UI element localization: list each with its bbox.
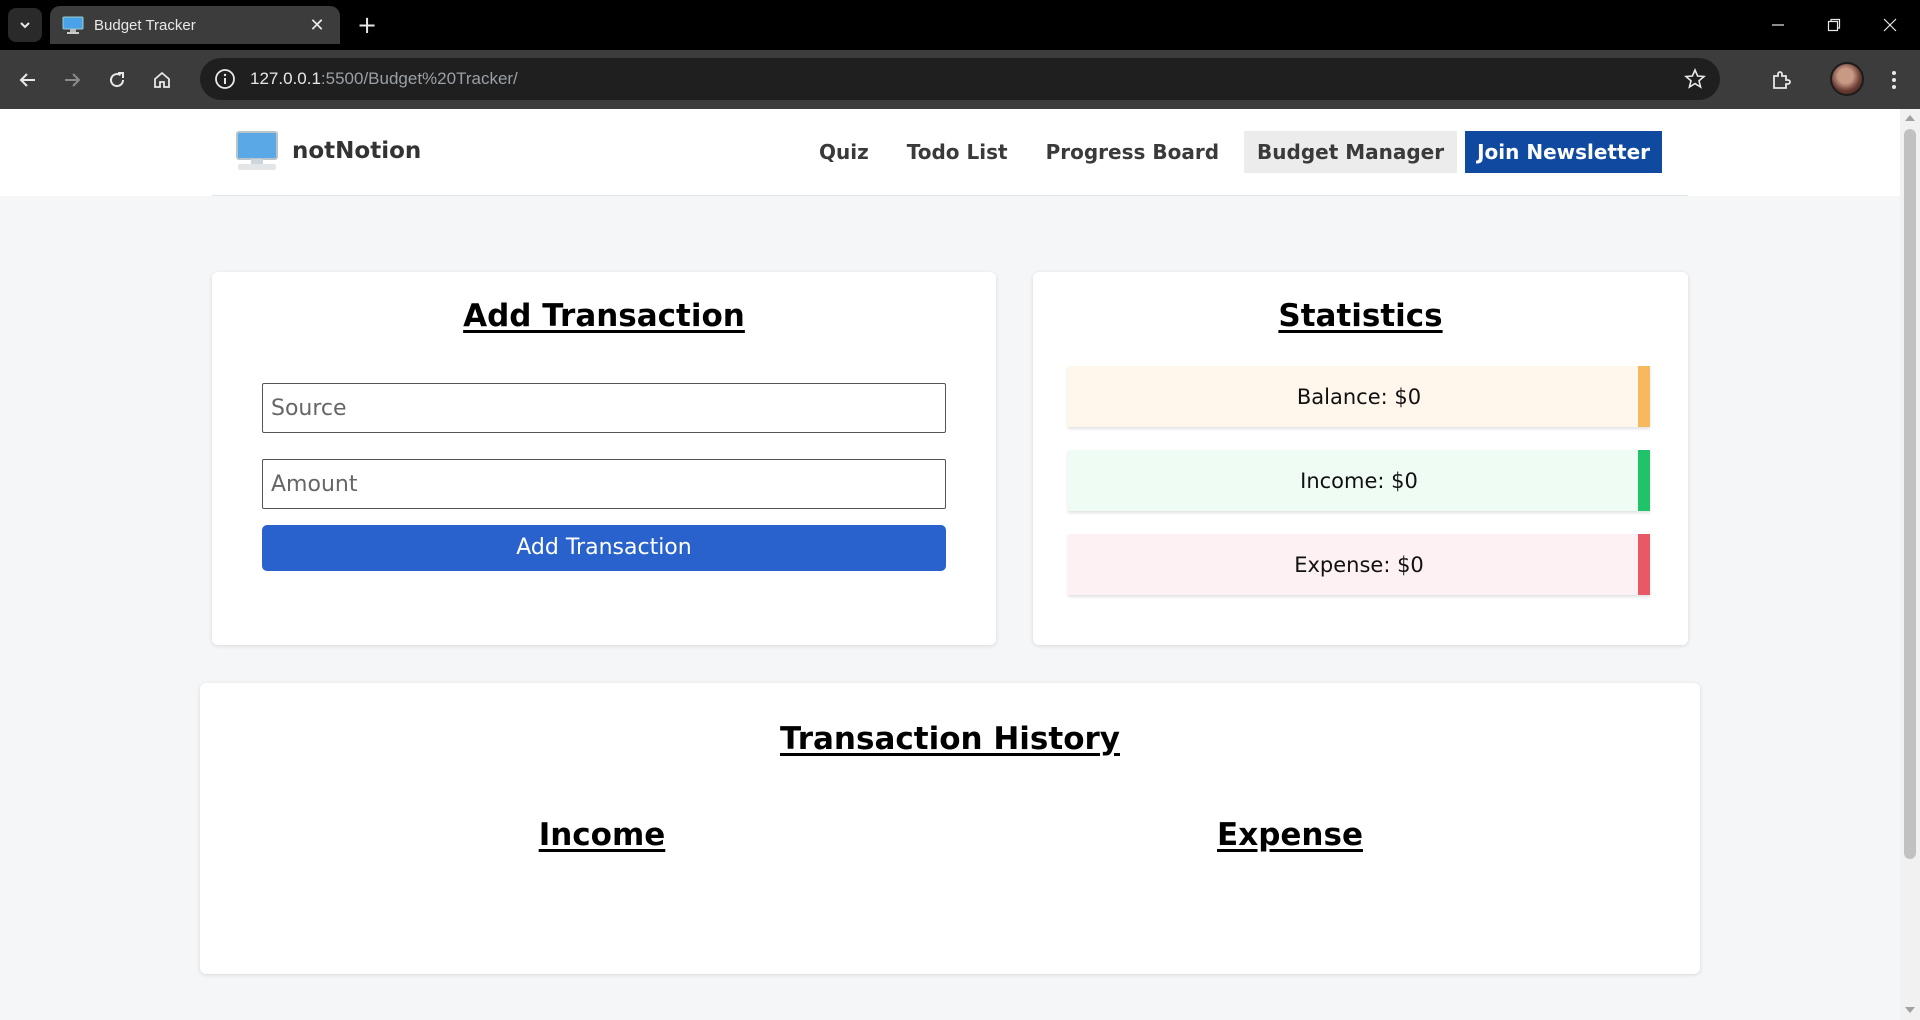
monitor-icon xyxy=(236,131,278,171)
tab-search-button[interactable] xyxy=(8,8,42,42)
amount-input[interactable] xyxy=(262,459,946,509)
income-indicator xyxy=(1638,450,1650,511)
scroll-down-arrow-icon[interactable] xyxy=(1905,1007,1915,1013)
browser-tab[interactable]: Budget Tracker ✕ xyxy=(50,6,340,44)
add-transaction-title: Add Transaction xyxy=(463,298,745,334)
transaction-history-card: Transaction History Income Expense xyxy=(200,683,1700,974)
statistics-title: Statistics xyxy=(1278,298,1443,334)
site-header: notNotion Quiz Todo List Progress Board … xyxy=(0,109,1900,196)
extensions-button[interactable] xyxy=(1763,62,1799,98)
scroll-up-arrow-icon[interactable] xyxy=(1905,115,1915,121)
income-value: Income: $0 xyxy=(1300,468,1418,493)
nav-budget-manager[interactable]: Budget Manager xyxy=(1244,131,1458,173)
expense-stat: Expense: $0 xyxy=(1068,534,1650,595)
close-icon xyxy=(1883,18,1897,32)
source-input[interactable] xyxy=(262,383,946,433)
restore-icon xyxy=(1827,18,1841,32)
income-stat: Income: $0 xyxy=(1068,450,1650,511)
expense-heading: Expense xyxy=(1217,817,1363,853)
address-bar[interactable]: 127.0.0.1:5500/Budget%20Tracker/ xyxy=(200,58,1720,100)
page-scrollbar[interactable] xyxy=(1900,109,1920,1020)
browser-tab-bar: Budget Tracker ✕ + xyxy=(0,0,1920,50)
balance-stat: Balance: $0 xyxy=(1068,366,1650,427)
scrollbar-thumb[interactable] xyxy=(1904,129,1916,859)
nav-progress-board[interactable]: Progress Board xyxy=(1033,131,1232,173)
home-button[interactable] xyxy=(144,62,180,98)
profile-avatar[interactable] xyxy=(1830,62,1864,96)
window-close-button[interactable] xyxy=(1862,0,1918,50)
minimize-button[interactable] xyxy=(1750,0,1806,50)
expense-value: Expense: $0 xyxy=(1294,552,1424,577)
minimize-icon xyxy=(1772,24,1784,26)
url-path: :5500/Budget%20Tracker/ xyxy=(320,69,518,88)
restore-button[interactable] xyxy=(1806,0,1862,50)
nav-quiz[interactable]: Quiz xyxy=(806,131,882,173)
browser-menu-button[interactable] xyxy=(1876,62,1912,98)
balance-indicator xyxy=(1638,366,1650,427)
new-tab-button[interactable]: + xyxy=(352,10,382,40)
statistics-card: Statistics Balance: $0 Income: $0 Expens… xyxy=(1033,272,1688,645)
expense-indicator xyxy=(1638,534,1650,595)
nav-todo-list[interactable]: Todo List xyxy=(894,131,1021,173)
page-viewport: notNotion Quiz Todo List Progress Board … xyxy=(0,109,1900,1020)
puzzle-icon xyxy=(1773,71,1791,89)
income-heading: Income xyxy=(538,817,666,853)
join-newsletter-button[interactable]: Join Newsletter xyxy=(1465,131,1662,173)
info-icon[interactable] xyxy=(212,66,238,92)
arrow-right-icon xyxy=(65,73,81,87)
more-vertical-icon xyxy=(1892,71,1896,89)
balance-value: Balance: $0 xyxy=(1296,384,1422,409)
add-transaction-button[interactable]: Add Transaction xyxy=(262,525,946,571)
back-button[interactable] xyxy=(10,62,46,98)
bookmark-star-icon[interactable] xyxy=(1682,66,1708,92)
brand[interactable]: notNotion xyxy=(236,131,421,171)
add-transaction-card: Add Transaction Add Transaction xyxy=(212,272,996,645)
monitor-icon xyxy=(62,16,84,34)
forward-button[interactable] xyxy=(54,62,90,98)
close-icon[interactable]: ✕ xyxy=(306,15,328,36)
url-host: 127.0.0.1 xyxy=(250,69,321,88)
home-icon xyxy=(154,71,170,88)
arrow-left-icon xyxy=(19,73,35,87)
tab-title: Budget Tracker xyxy=(94,16,196,34)
header-divider xyxy=(212,195,1688,196)
transaction-history-title: Transaction History xyxy=(779,721,1120,757)
main-nav: Quiz Todo List Progress Board Budget Man… xyxy=(794,131,1662,173)
chevron-down-icon xyxy=(20,22,30,29)
browser-toolbar: 127.0.0.1:5500/Budget%20Tracker/ xyxy=(0,50,1920,109)
brand-name: notNotion xyxy=(292,138,422,164)
reload-button[interactable] xyxy=(99,62,135,98)
reload-icon xyxy=(110,72,125,88)
